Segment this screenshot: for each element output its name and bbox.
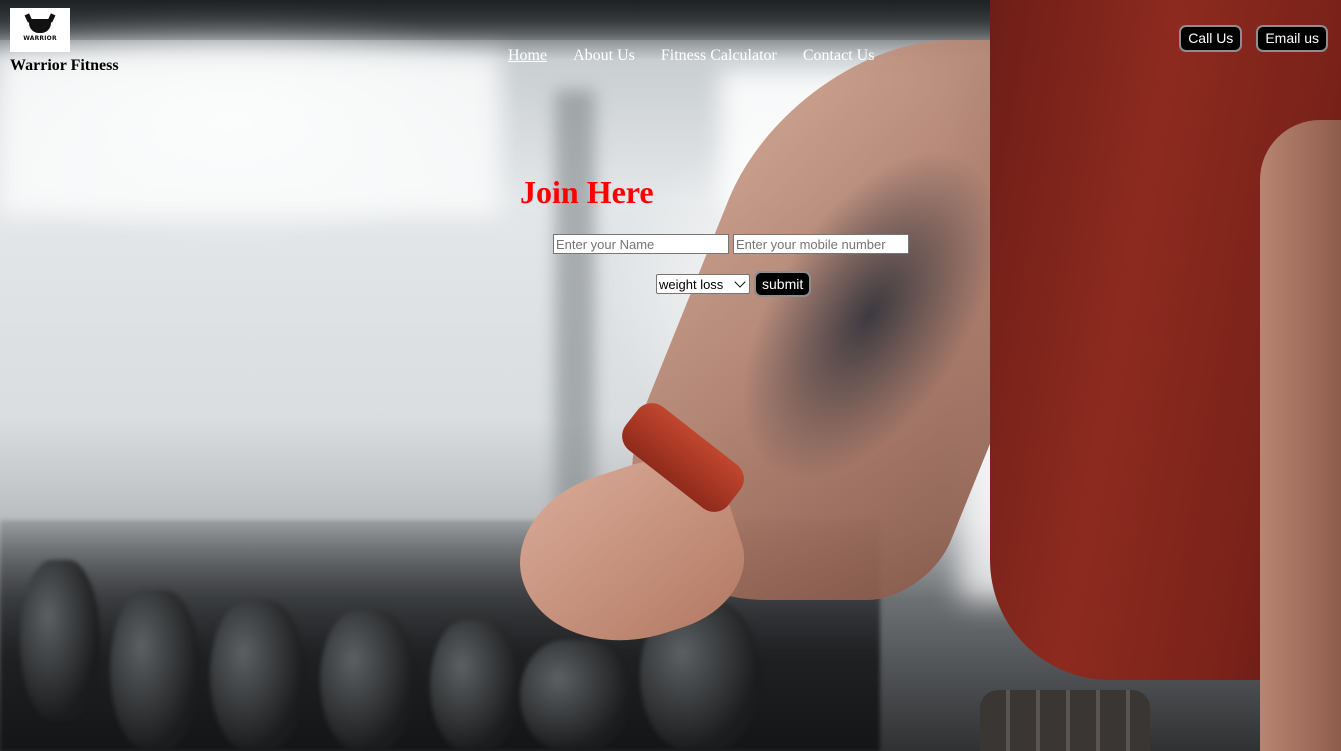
chevron-down-icon: [734, 276, 746, 288]
dumbbell-shape: [430, 620, 520, 751]
pillar-shape: [555, 90, 595, 510]
hero-background: [0, 0, 1341, 751]
mobile-input[interactable]: [733, 234, 909, 254]
join-form-inputs: [553, 234, 909, 254]
dumbbell-shape: [210, 600, 305, 751]
name-input[interactable]: [553, 234, 729, 254]
dumbbell-shape: [980, 690, 1150, 751]
dumbbell-shape: [110, 590, 200, 750]
dumbbell-shape: [320, 610, 415, 751]
nav-fitness-calculator-link[interactable]: Fitness Calculator: [661, 47, 777, 65]
contact-buttons: Call Us Email us: [1179, 25, 1328, 52]
nav-contact-link[interactable]: Contact Us: [803, 47, 875, 65]
goal-select[interactable]: weight loss: [656, 274, 750, 294]
helmet-icon: [29, 18, 51, 33]
email-us-button[interactable]: Email us: [1256, 25, 1328, 52]
dumbbell-shape: [520, 640, 630, 751]
warrior-logo[interactable]: WARRIOR: [10, 8, 70, 52]
submit-button[interactable]: submit: [754, 271, 812, 297]
brand-name: Warrior Fitness: [10, 57, 119, 74]
ceiling-shape: [0, 0, 1000, 40]
main-nav: Home About Us Fitness Calculator Contact…: [508, 47, 874, 65]
forearm-shape: [1260, 120, 1341, 751]
dumbbell-shape: [20, 560, 100, 720]
join-form-actions: weight loss submit: [656, 271, 812, 297]
join-title: Join Here: [520, 174, 654, 210]
nav-home-link[interactable]: Home: [508, 47, 547, 65]
brand: WARRIOR Warrior Fitness: [10, 8, 119, 75]
window-light-left: [0, 55, 500, 215]
goal-select-value: weight loss: [659, 276, 724, 292]
nav-about-link[interactable]: About Us: [573, 47, 635, 65]
logo-text: WARRIOR: [23, 34, 57, 42]
call-us-button[interactable]: Call Us: [1179, 25, 1243, 52]
